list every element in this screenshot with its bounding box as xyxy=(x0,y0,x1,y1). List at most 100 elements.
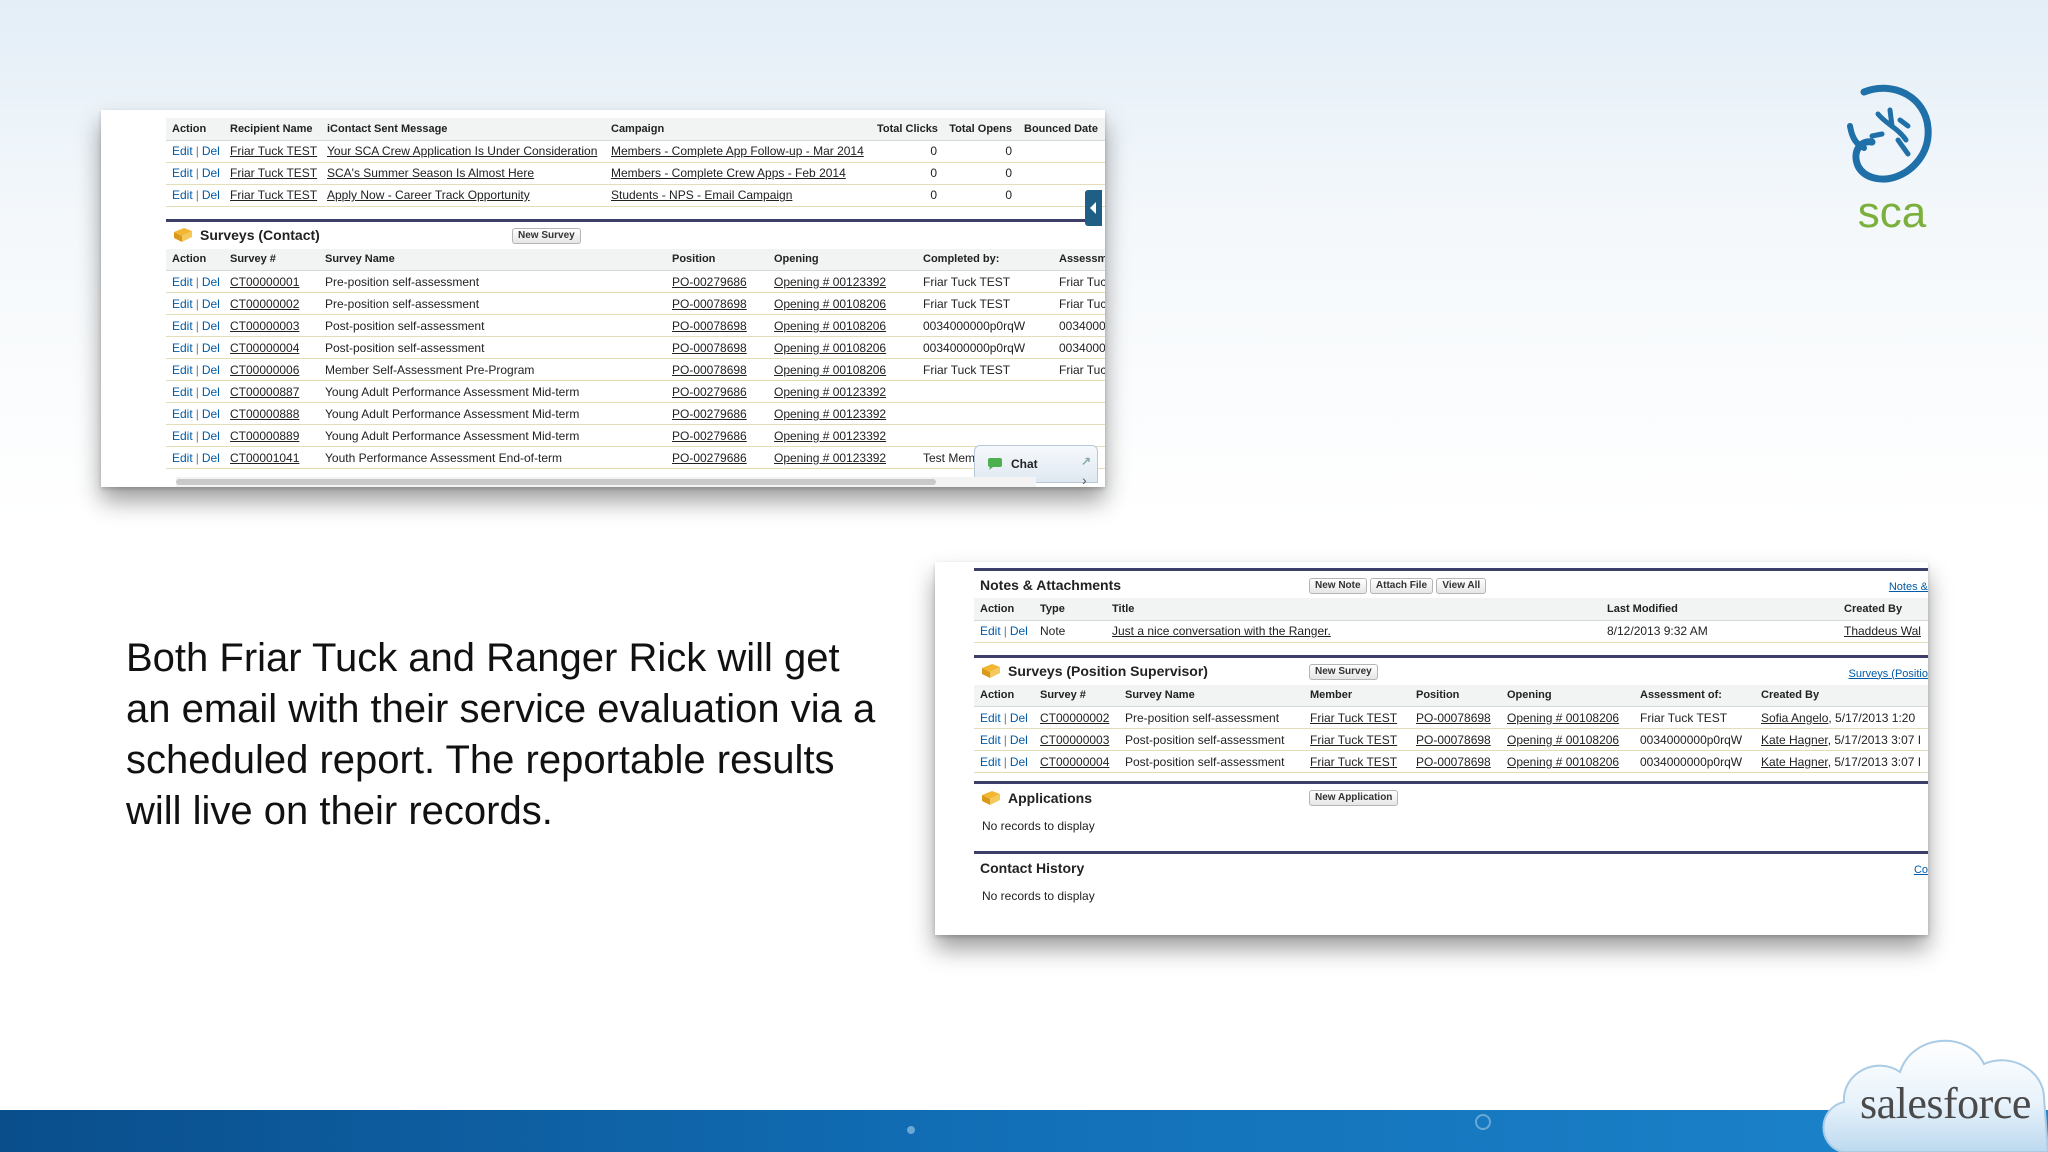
position-link[interactable]: PO-00078698 xyxy=(672,297,747,311)
survey-number-link[interactable]: CT00000888 xyxy=(230,407,299,421)
edit-link[interactable]: Edit xyxy=(172,275,193,289)
new-survey-button[interactable]: New Survey xyxy=(1309,663,1378,680)
delete-link[interactable]: Del xyxy=(1010,755,1028,769)
delete-link[interactable]: Del xyxy=(202,363,220,377)
created-by-link[interactable]: Sofia Angelo xyxy=(1761,711,1828,725)
delete-link[interactable]: Del xyxy=(202,319,220,333)
history-jump-link[interactable]: Co xyxy=(1914,864,1928,876)
opening-link[interactable]: Opening # 00123392 xyxy=(774,429,886,443)
position-link[interactable]: PO-00279686 xyxy=(672,385,747,399)
opening-link[interactable]: Opening # 00108206 xyxy=(774,363,886,377)
delete-link[interactable]: Del xyxy=(1010,733,1028,747)
position-link[interactable]: PO-00078698 xyxy=(1416,711,1491,725)
edit-link[interactable]: Edit xyxy=(172,363,193,377)
scrollbar-thumb[interactable] xyxy=(176,479,936,485)
edit-link[interactable]: Edit xyxy=(172,407,193,421)
opening-link[interactable]: Opening # 00108206 xyxy=(1507,711,1619,725)
delete-link[interactable]: Del xyxy=(202,341,220,355)
survey-number-link[interactable]: CT00001041 xyxy=(230,451,299,465)
message-link[interactable]: Your SCA Crew Application Is Under Consi… xyxy=(327,144,597,158)
recipient-link[interactable]: Friar Tuck TEST xyxy=(230,144,317,158)
survey-number-link[interactable]: CT00000889 xyxy=(230,429,299,443)
position-link[interactable]: PO-00279686 xyxy=(672,407,747,421)
notes-jump-link[interactable]: Notes & xyxy=(1889,581,1928,593)
opening-link[interactable]: Opening # 00108206 xyxy=(774,319,886,333)
position-link[interactable]: PO-00078698 xyxy=(1416,733,1491,747)
opening-link[interactable]: Opening # 00123392 xyxy=(774,407,886,421)
edit-link[interactable]: Edit xyxy=(172,385,193,399)
edit-link[interactable]: Edit xyxy=(172,188,193,202)
scroll-right-icon[interactable]: › xyxy=(1082,472,1087,487)
delete-link[interactable]: Del xyxy=(202,451,220,465)
attach-file-button[interactable]: Attach File xyxy=(1369,578,1434,594)
opening-link[interactable]: Opening # 00108206 xyxy=(774,341,886,355)
edit-link[interactable]: Edit xyxy=(980,711,1001,725)
recipient-link[interactable]: Friar Tuck TEST xyxy=(230,166,317,180)
note-title-link[interactable]: Just a nice conversation with the Ranger… xyxy=(1112,624,1331,638)
section-title: Applications xyxy=(1008,789,1093,806)
new-note-button[interactable]: New Note xyxy=(1309,578,1367,594)
message-link[interactable]: Apply Now - Career Track Opportunity xyxy=(327,188,530,202)
delete-link[interactable]: Del xyxy=(202,188,220,202)
delete-link[interactable]: Del xyxy=(202,297,220,311)
position-link[interactable]: PO-00279686 xyxy=(672,429,747,443)
new-application-button[interactable]: New Application xyxy=(1309,790,1399,806)
new-survey-button[interactable]: New Survey xyxy=(512,227,581,244)
created-by-link[interactable]: Thaddeus Wal xyxy=(1844,624,1921,638)
edit-link[interactable]: Edit xyxy=(172,319,193,333)
position-link[interactable]: PO-00279686 xyxy=(672,451,747,465)
expand-icon[interactable]: ↗ xyxy=(1081,454,1091,468)
recipient-link[interactable]: Friar Tuck TEST xyxy=(230,188,317,202)
edit-link[interactable]: Edit xyxy=(172,144,193,158)
position-link[interactable]: PO-00078698 xyxy=(1416,755,1491,769)
edit-link[interactable]: Edit xyxy=(172,297,193,311)
message-link[interactable]: SCA's Summer Season Is Almost Here xyxy=(327,166,534,180)
opening-link[interactable]: Opening # 00108206 xyxy=(1507,733,1619,747)
sidebar-collapse-handle[interactable] xyxy=(1085,190,1102,226)
member-link[interactable]: Friar Tuck TEST xyxy=(1310,733,1397,747)
delete-link[interactable]: Del xyxy=(1010,711,1028,725)
survey-number-link[interactable]: CT00000006 xyxy=(230,363,299,377)
survey-number-link[interactable]: CT00000002 xyxy=(1040,711,1109,725)
delete-link[interactable]: Del xyxy=(202,407,220,421)
member-link[interactable]: Friar Tuck TEST xyxy=(1310,711,1397,725)
delete-link[interactable]: Del xyxy=(202,429,220,443)
edit-link[interactable]: Edit xyxy=(172,341,193,355)
edit-link[interactable]: Edit xyxy=(980,755,1001,769)
survey-number-link[interactable]: CT00000887 xyxy=(230,385,299,399)
opening-link[interactable]: Opening # 00123392 xyxy=(774,275,886,289)
opening-link[interactable]: Opening # 00108206 xyxy=(774,297,886,311)
view-all-button[interactable]: View All xyxy=(1436,578,1487,594)
edit-link[interactable]: Edit xyxy=(980,733,1001,747)
edit-link[interactable]: Edit xyxy=(172,166,193,180)
opening-link[interactable]: Opening # 00123392 xyxy=(774,451,886,465)
opening-link[interactable]: Opening # 00123392 xyxy=(774,385,886,399)
survey-number-link[interactable]: CT00000004 xyxy=(1040,755,1109,769)
position-link[interactable]: PO-00279686 xyxy=(672,275,747,289)
survey-number-link[interactable]: CT00000004 xyxy=(230,341,299,355)
campaign-link[interactable]: Students - NPS - Email Campaign xyxy=(611,188,792,202)
delete-link[interactable]: Del xyxy=(1010,624,1028,638)
position-link[interactable]: PO-00078698 xyxy=(672,341,747,355)
survey-number-link[interactable]: CT00000003 xyxy=(1040,733,1109,747)
delete-link[interactable]: Del xyxy=(202,144,220,158)
survey-number-link[interactable]: CT00000001 xyxy=(230,275,299,289)
delete-link[interactable]: Del xyxy=(202,275,220,289)
edit-link[interactable]: Edit xyxy=(980,624,1001,638)
campaign-link[interactable]: Members - Complete App Follow-up - Mar 2… xyxy=(611,144,864,158)
edit-link[interactable]: Edit xyxy=(172,429,193,443)
edit-link[interactable]: Edit xyxy=(172,451,193,465)
member-link[interactable]: Friar Tuck TEST xyxy=(1310,755,1397,769)
opening-link[interactable]: Opening # 00108206 xyxy=(1507,755,1619,769)
position-link[interactable]: PO-00078698 xyxy=(672,363,747,377)
created-by-link[interactable]: Kate Hagner xyxy=(1761,755,1828,769)
survey-number-link[interactable]: CT00000002 xyxy=(230,297,299,311)
delete-link[interactable]: Del xyxy=(202,385,220,399)
position-link[interactable]: PO-00078698 xyxy=(672,319,747,333)
delete-link[interactable]: Del xyxy=(202,166,220,180)
horizontal-scrollbar[interactable] xyxy=(176,477,1036,487)
survey-number-link[interactable]: CT00000003 xyxy=(230,319,299,333)
surveys-jump-link[interactable]: Surveys (Positio xyxy=(1849,668,1928,680)
campaign-link[interactable]: Members - Complete Crew Apps - Feb 2014 xyxy=(611,166,846,180)
created-by-link[interactable]: Kate Hagner xyxy=(1761,733,1828,747)
